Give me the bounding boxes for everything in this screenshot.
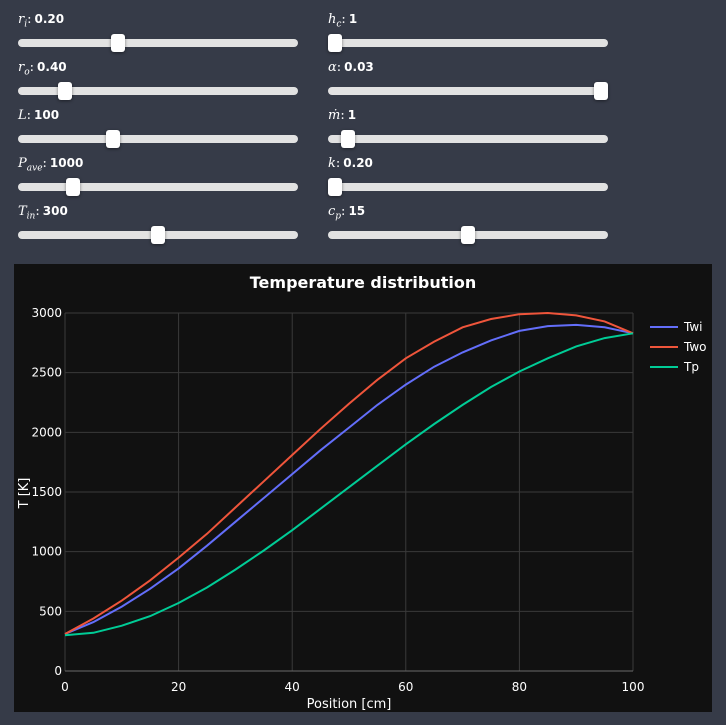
slider-hc: hc: 1 (328, 11, 608, 55)
slider-k-track[interactable] (328, 183, 608, 191)
slider-tin: Tin: 300 (18, 203, 298, 247)
slider-hc-thumb[interactable] (328, 34, 342, 52)
slider-hc-track[interactable] (328, 39, 608, 47)
chart-title: Temperature distribution (250, 273, 477, 292)
y-tick-label: 2000 (31, 425, 62, 439)
slider-ro-thumb[interactable] (57, 82, 72, 100)
chart-panel: 0 500 1000 1500 2000 2500 3000 0 20 40 60 80 100 Tem… (14, 264, 712, 712)
legend-label-two[interactable]: Two (683, 340, 707, 354)
slider-ro: ro: 0.40 (18, 59, 298, 103)
slider-k-thumb[interactable] (328, 178, 342, 196)
slider-tin-thumb[interactable] (151, 226, 165, 244)
slider-alpha-label: α: 0.03 (328, 60, 374, 75)
x-axis-title: Position [cm] (307, 697, 392, 712)
slider-ro-label: ro: 0.40 (18, 60, 67, 78)
series-layer (64, 311, 634, 637)
slider-k-label: k: 0.20 (328, 156, 373, 171)
slider-k: k: 0.20 (328, 155, 608, 199)
x-tick-label: 100 (622, 680, 645, 694)
legend[interactable]: Twi Two Tp (650, 320, 707, 374)
legend-label-twi[interactable]: Twi (683, 320, 703, 334)
grid-layer (64, 312, 634, 672)
x-tick-label: 20 (171, 680, 186, 694)
slider-L-label: L: 100 (18, 108, 60, 123)
slider-mdot-track[interactable] (328, 135, 608, 143)
slider-ri-label: ri: 0.20 (18, 12, 65, 30)
slider-cp-label: cp: 15 (328, 204, 366, 222)
slider-ri: ri: 0.20 (18, 11, 298, 55)
x-tick-label: 40 (285, 680, 300, 694)
slider-pave-thumb[interactable] (65, 178, 80, 196)
slider-pave: Pave: 1000 (18, 155, 298, 199)
series-line-tp[interactable] (64, 332, 634, 637)
y-tick-label: 500 (39, 604, 62, 618)
y-axis-title: T [K] (17, 478, 32, 510)
slider-cp: cp: 15 (328, 203, 608, 247)
slider-ri-track[interactable] (18, 39, 298, 47)
slider-alpha-track[interactable] (328, 87, 608, 95)
slider-L-thumb[interactable] (105, 130, 120, 148)
slider-tin-label: Tin: 300 (18, 204, 68, 222)
y-tick-label: 3000 (31, 306, 62, 320)
x-tick-label: 0 (61, 680, 69, 694)
slider-alpha: α: 0.03 (328, 59, 608, 103)
slider-L: L: 100 (18, 107, 298, 151)
slider-cp-thumb[interactable] (461, 226, 475, 244)
y-tick-label: 2500 (31, 366, 62, 380)
series-line-two[interactable] (64, 311, 634, 635)
slider-mdot: ṁ: 1 (328, 107, 608, 151)
slider-alpha-thumb[interactable] (594, 82, 608, 100)
slider-mdot-thumb[interactable] (341, 130, 356, 148)
y-tick-label: 1500 (31, 485, 62, 499)
y-tick-label: 0 (54, 664, 62, 678)
slider-hc-label: hc: 1 (328, 12, 358, 30)
slider-ri-thumb[interactable] (111, 34, 126, 52)
y-tick-label: 1000 (31, 545, 62, 559)
slider-pave-track[interactable] (18, 183, 298, 191)
chart-svg[interactable]: 0 500 1000 1500 2000 2500 3000 0 20 40 60 80 100 Tem… (14, 264, 712, 712)
slider-L-track[interactable] (18, 135, 298, 143)
x-tick-label: 80 (512, 680, 527, 694)
axis-layer: 0 500 1000 1500 2000 2500 3000 0 20 40 60 80 100 (31, 306, 644, 694)
series-line-twi[interactable] (64, 323, 634, 635)
slider-pave-label: Pave: 1000 (18, 156, 84, 174)
x-tick-label: 60 (398, 680, 413, 694)
slider-mdot-label: ṁ: 1 (328, 108, 357, 123)
legend-label-tp[interactable]: Tp (683, 360, 699, 374)
